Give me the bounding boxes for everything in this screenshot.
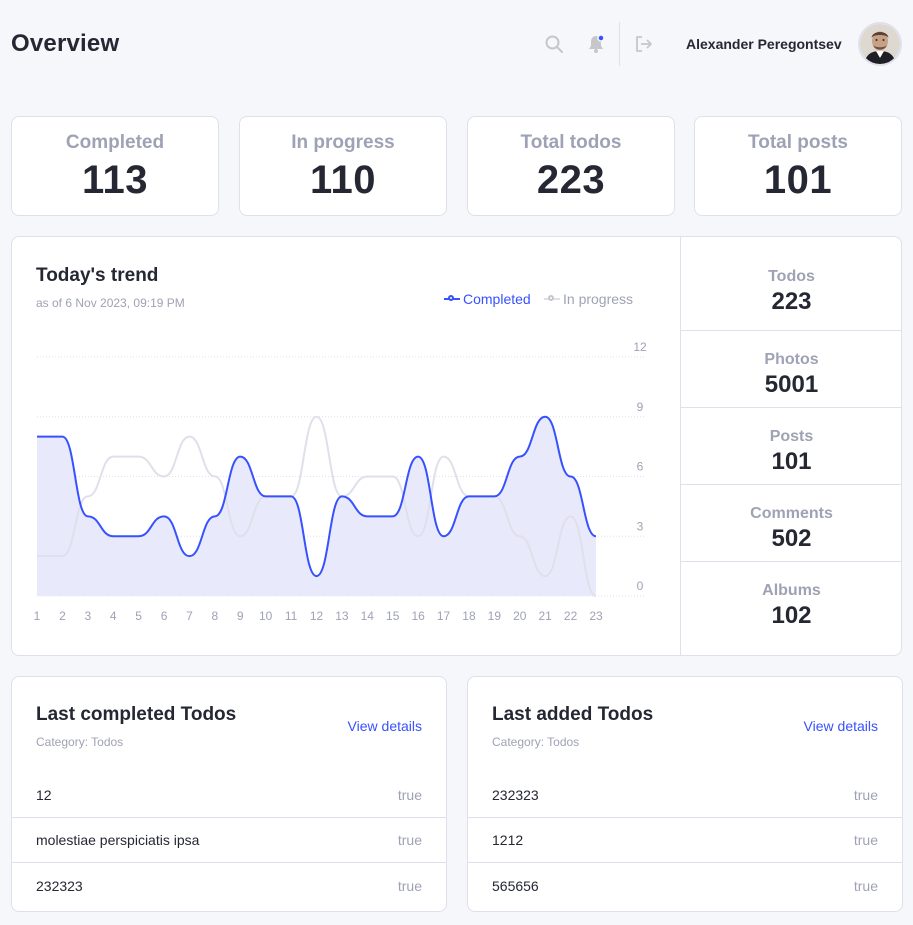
list-title: Last added Todos [492,704,654,725]
stat-value: 101 [763,158,833,202]
search-icon[interactable] [543,33,565,55]
summary-panel: Todos 223 Photos 5001 Posts 101 Comments… [680,237,902,655]
stat-label: Completed [65,132,165,153]
x-tick-label: 9 [237,609,244,623]
view-details-link[interactable]: View details [348,718,422,734]
stat-card-total-posts[interactable]: Total posts 101 [694,116,902,216]
summary-item-posts[interactable]: Posts 101 [681,408,902,485]
todo-title: 1212 [492,832,524,848]
stat-card-completed[interactable]: Completed 113 [11,116,219,216]
page-title: Overview [11,30,120,57]
summary-item-photos[interactable]: Photos 5001 [681,331,902,408]
todo-title: 12 [36,787,52,803]
summary-label: Comments [750,505,833,522]
list-item[interactable]: 1212 true [468,818,902,863]
x-tick-label: 2 [59,609,66,623]
todo-title: 565656 [492,877,539,894]
summary-value: 102 [771,602,812,629]
y-tick-label: 3 [637,519,644,533]
summary-item-albums[interactable]: Albums 102 [681,562,902,639]
trend-card: Today's trend as of 6 Nov 2023, 09:19 PM… [11,236,902,656]
x-tick-label: 12 [310,609,324,623]
x-tick-label: 8 [212,609,219,623]
todo-title: molestiae perspiciatis ipsa [36,832,200,848]
x-tick-label: 14 [361,609,375,623]
summary-value: 101 [771,448,812,475]
x-tick-label: 17 [437,609,451,623]
summary-label: Todos [768,268,815,285]
todo-status: true [853,877,878,894]
summary-item-todos[interactable]: Todos 223 [681,237,902,331]
x-tick-label: 6 [161,609,168,623]
y-tick-label: 6 [637,460,644,474]
x-tick-label: 23 [589,609,603,623]
view-details-link[interactable]: View details [804,718,878,734]
y-tick-label: 9 [637,400,644,414]
todo-list: 12 true molestiae perspiciatis ipsa true… [12,773,446,908]
x-tick-label: 19 [488,609,502,623]
todo-title: 232323 [36,877,83,894]
summary-value: 502 [771,525,812,552]
list-item[interactable]: 232323 true [12,863,446,908]
summary-item-comments[interactable]: Comments 502 [681,485,902,562]
todo-status: true [853,832,878,848]
avatar[interactable] [858,22,902,66]
todo-status: true [397,832,422,848]
x-tick-label: 5 [135,609,142,623]
logout-icon[interactable] [633,33,655,55]
stat-label: Total posts [748,132,848,153]
list-subtitle: Category: Todos [492,735,580,749]
x-tick-label: 7 [186,609,193,623]
last-completed-todos-card: Last completed Todos Category: Todos Vie… [11,676,447,912]
stat-value: 110 [309,158,377,202]
x-tick-label: 10 [259,609,273,623]
stat-value: 223 [536,158,606,202]
stat-value: 113 [81,158,149,202]
summary-value: 223 [771,288,812,315]
summary-value: 5001 [764,371,819,398]
header-divider [619,22,620,66]
user-name[interactable]: Alexander Peregontsev [686,36,842,52]
todo-status: true [853,787,878,803]
todo-list: 232323 true 1212 true 565656 true [468,773,902,908]
list-subtitle: Category: Todos [36,735,124,749]
notification-dot [597,34,605,42]
x-tick-label: 11 [285,609,298,623]
completed-area [37,416,596,596]
last-added-todos-card: Last added Todos Category: Todos View de… [467,676,903,912]
y-tick-label: 0 [637,579,644,593]
y-tick-label: 12 [633,340,647,354]
stat-card-in-progress[interactable]: In progress 110 [239,116,447,216]
list-item[interactable]: 565656 true [468,863,902,908]
trend-chart: 0369121 2 3 4 5 6 7 8 9 10 11 12 13 14 15 16 17 18 19 20 21 2… [34,340,647,623]
list-item[interactable]: 232323 true [468,773,902,818]
summary-label: Albums [762,582,821,599]
todo-status: true [397,877,422,894]
x-tick-label: 20 [513,609,527,623]
list-item[interactable]: 12 true [12,773,446,818]
summary-label: Posts [769,428,814,445]
stat-card-total-todos[interactable]: Total todos 223 [467,116,675,216]
x-tick-label: 3 [84,609,91,623]
stat-label: In progress [291,132,395,153]
list-item[interactable]: molestiae perspiciatis ipsa true [12,818,446,863]
x-tick-label: 15 [386,609,400,623]
todo-title: 232323 [492,787,539,803]
x-tick-label: 22 [564,609,578,623]
list-title: Last completed Todos [36,704,237,725]
stat-label: Total todos [520,132,622,153]
x-tick-label: 21 [539,609,553,623]
x-tick-label: 16 [411,609,425,623]
todo-status: true [397,787,422,803]
x-tick-label: 1 [34,609,41,623]
summary-label: Photos [764,351,819,368]
x-tick-label: 13 [335,609,349,623]
x-tick-label: 4 [110,609,117,623]
top-bar: Overview Alexander Peregontsev [0,0,913,90]
x-tick-label: 18 [462,609,476,623]
bell-icon[interactable] [585,33,607,55]
